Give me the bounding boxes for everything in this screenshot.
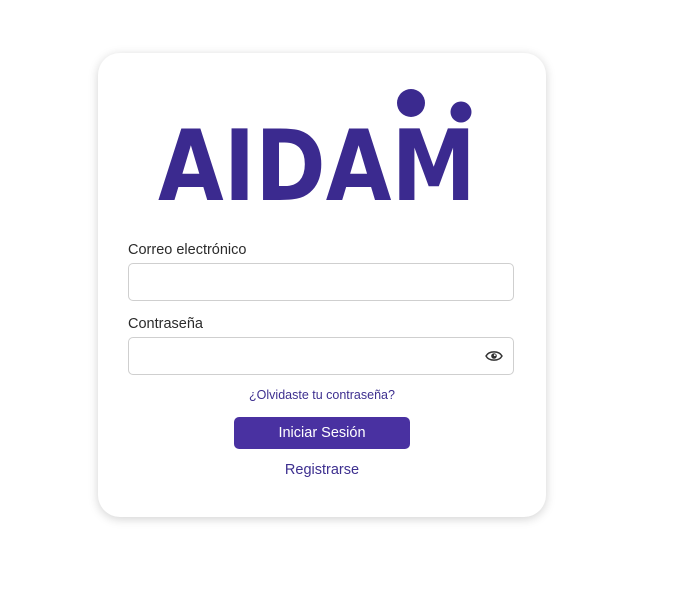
aidam-logo: AIDAM <box>158 88 480 204</box>
logo-dot-small <box>450 101 472 123</box>
password-field-wrapper <box>128 337 514 375</box>
login-card: AIDAM Correo electrónico Contraseña ¿Olv… <box>98 53 546 517</box>
email-field-wrapper <box>128 263 514 301</box>
eye-icon[interactable] <box>485 349 503 363</box>
password-label: Contraseña <box>128 316 203 332</box>
logo-graphic: AIDAM <box>158 89 476 204</box>
register-link[interactable]: Registrarse <box>98 462 546 478</box>
logo-dot-large <box>397 89 425 117</box>
email-field[interactable] <box>129 264 513 300</box>
login-button[interactable]: Iniciar Sesión <box>234 417 410 449</box>
logo-text: AIDAM <box>158 110 476 204</box>
email-label: Correo electrónico <box>128 242 247 258</box>
forgot-password-link[interactable]: ¿Olvidaste tu contraseña? <box>98 388 546 402</box>
password-field[interactable] <box>129 338 513 374</box>
